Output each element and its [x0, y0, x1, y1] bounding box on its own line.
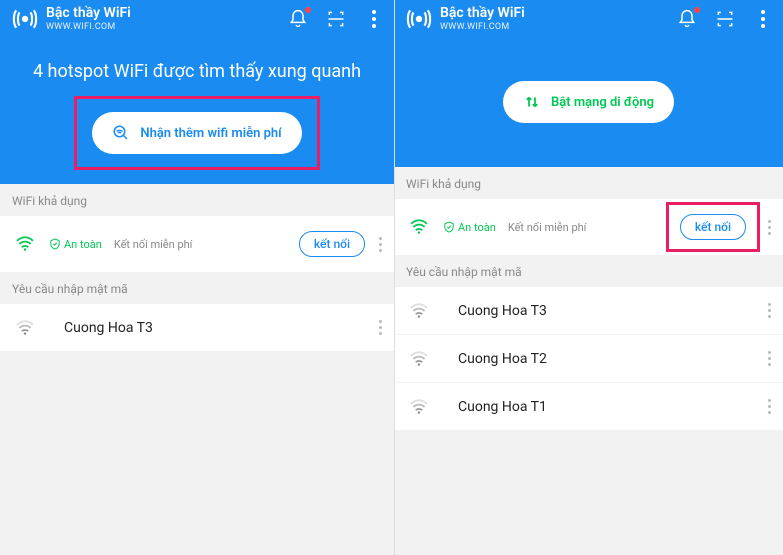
network-list-right: Cuong Hoa T3 Cuong Hoa T2 Cuong Hoa T1: [394, 287, 783, 430]
app-title: Bậc thầy WiFi: [440, 6, 677, 21]
cta-label: Bật mạng di động: [551, 95, 654, 110]
safe-label: An toàn: [458, 221, 496, 234]
top-icons: [288, 9, 384, 29]
item-menu-icon[interactable]: [375, 233, 386, 256]
screen-right: Bậc thầy WiFi WWW.WIFI.COM Bật mạng di: [394, 0, 783, 555]
wifi-lock-icon: [14, 320, 36, 336]
network-item[interactable]: Cuong Hoa T1: [394, 383, 783, 430]
cta-label: Nhận thêm wifi miễn phí: [140, 126, 281, 141]
free-label: Kết nối miễn phí: [508, 221, 587, 234]
app-logo-icon: [12, 6, 38, 32]
topbar: Bậc thầy WiFi WWW.WIFI.COM: [394, 0, 783, 37]
network-item[interactable]: Cuong Hoa T3: [0, 304, 394, 351]
safe-badge: An toàn: [444, 221, 496, 234]
get-free-wifi-button[interactable]: Nhận thêm wifi miễn phí: [92, 112, 301, 154]
wifi-meta: An toàn Kết nối miễn phí: [444, 221, 680, 234]
section-password: Yêu cầu nhập mật mã: [394, 255, 783, 287]
notification-dot: [694, 7, 700, 13]
top-icons: [677, 9, 773, 29]
network-name: Cuong Hoa T3: [64, 320, 365, 336]
safe-badge: An toàn: [50, 238, 102, 251]
network-name: Cuong Hoa T2: [458, 351, 754, 367]
hero: Bật mạng di động: [394, 37, 783, 167]
wifi-lock-icon: [408, 303, 430, 319]
menu-icon[interactable]: [364, 9, 384, 29]
wifi-body: An toàn Kết nối miễn phí: [50, 238, 299, 251]
hero-text: 4 hotspot WiFi được tìm thấy xung quanh: [14, 61, 380, 82]
network-name: Cuong Hoa T3: [458, 303, 754, 319]
scan-icon[interactable]: [326, 9, 346, 29]
content-right: WiFi khả dụng An toàn Kết nối miễn phí k…: [394, 167, 783, 555]
bell-icon[interactable]: [677, 9, 697, 29]
screen-divider: [394, 0, 395, 555]
safe-label: An toàn: [64, 238, 102, 251]
network-item[interactable]: Cuong Hoa T3: [394, 287, 783, 335]
header-left: Bậc thầy WiFi WWW.WIFI.COM 4 hotspot WiF…: [0, 0, 394, 184]
wifi-lock-icon: [408, 399, 430, 415]
app-title: Bậc thầy WiFi: [46, 6, 288, 21]
topbar: Bậc thầy WiFi WWW.WIFI.COM: [0, 0, 394, 37]
section-available: WiFi khả dụng: [394, 167, 783, 199]
app-logo-icon: [406, 6, 432, 32]
notification-dot: [305, 7, 311, 13]
content-left: WiFi khả dụng An toàn Kết nối miễn phí k…: [0, 184, 394, 555]
item-menu-icon[interactable]: [764, 216, 775, 239]
connect-button[interactable]: kết nối: [299, 231, 365, 257]
app-subtitle: WWW.WIFI.COM: [46, 22, 288, 32]
bell-icon[interactable]: [288, 9, 308, 29]
network-name: Cuong Hoa T1: [458, 399, 754, 415]
title-block: Bậc thầy WiFi WWW.WIFI.COM: [46, 6, 288, 31]
wifi-lock-icon: [408, 351, 430, 367]
item-menu-icon[interactable]: [764, 395, 775, 418]
scan-icon[interactable]: [715, 9, 735, 29]
hero: 4 hotspot WiFi được tìm thấy xung quanh …: [0, 37, 394, 184]
screen-left: Bậc thầy WiFi WWW.WIFI.COM 4 hotspot WiF…: [0, 0, 394, 555]
header-right: Bậc thầy WiFi WWW.WIFI.COM Bật mạng di: [394, 0, 783, 167]
connect-button[interactable]: kết nối: [680, 214, 746, 240]
wifi-available-item[interactable]: An toàn Kết nối miễn phí kết nối: [0, 216, 394, 272]
wifi-body: An toàn Kết nối miễn phí: [444, 221, 680, 234]
enable-mobile-data-button[interactable]: Bật mạng di động: [503, 81, 674, 123]
item-menu-icon[interactable]: [375, 316, 386, 339]
network-item[interactable]: Cuong Hoa T2: [394, 335, 783, 383]
arrows-icon: [523, 93, 541, 111]
magnify-wifi-icon: [112, 124, 130, 142]
wifi-available-item[interactable]: An toàn Kết nối miễn phí kết nối: [394, 199, 783, 255]
section-password: Yêu cầu nhập mật mã: [0, 272, 394, 304]
item-menu-icon[interactable]: [764, 299, 775, 322]
item-menu-icon[interactable]: [764, 347, 775, 370]
app-subtitle: WWW.WIFI.COM: [440, 22, 677, 32]
free-label: Kết nối miễn phí: [114, 238, 193, 251]
network-list-left: Cuong Hoa T3: [0, 304, 394, 351]
section-available: WiFi khả dụng: [0, 184, 394, 216]
title-block: Bậc thầy WiFi WWW.WIFI.COM: [440, 6, 677, 31]
wifi-icon: [408, 219, 430, 235]
wifi-meta: An toàn Kết nối miễn phí: [50, 238, 299, 251]
wifi-icon: [14, 236, 36, 252]
menu-icon[interactable]: [753, 9, 773, 29]
